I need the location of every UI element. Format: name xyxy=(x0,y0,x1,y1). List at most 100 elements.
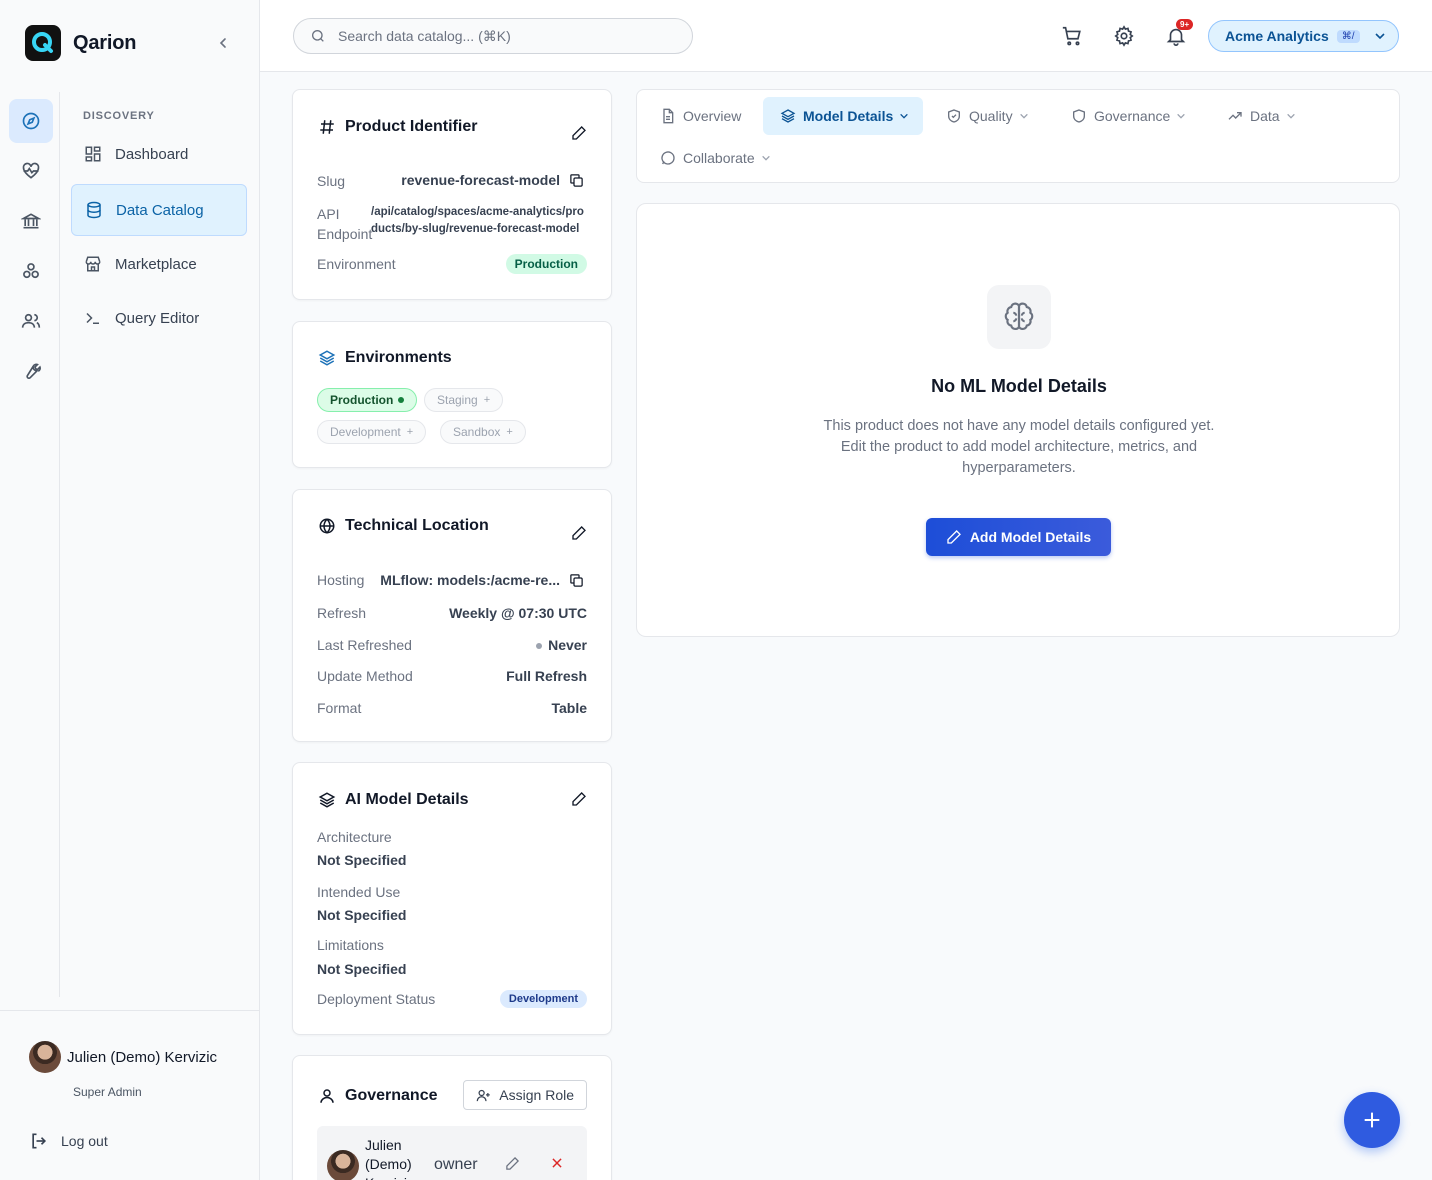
api-endpoint-value: /api/catalog/spaces/acme-analytics/produ… xyxy=(371,206,584,235)
pencil-icon xyxy=(946,529,962,545)
technical-location-card: Technical Location Hosting MLflow: model… xyxy=(292,489,612,742)
empty-state-text: This product does not have any model det… xyxy=(823,418,1215,476)
nav-item-dashboard[interactable]: Dashboard xyxy=(71,128,247,180)
member-name: Julien (Demo) Kervizic xyxy=(365,1137,414,1180)
nav-item-data-catalog[interactable]: Data Catalog xyxy=(71,184,247,236)
shield-icon xyxy=(1070,107,1088,125)
product-identifier-card: Product Identifier Slug revenue-forecast… xyxy=(292,89,612,300)
env-chip-production[interactable]: Production xyxy=(317,388,418,412)
user-name: Julien (Demo) Kervizic xyxy=(67,1048,218,1066)
gear-icon[interactable] xyxy=(1112,24,1136,48)
model-details-empty-state: No ML Model Details This product does no… xyxy=(636,203,1400,637)
chevron-down-icon xyxy=(1019,111,1029,121)
copy-icon[interactable] xyxy=(566,570,586,590)
deployment-status-value: Development xyxy=(499,989,587,1008)
store-icon xyxy=(83,254,103,274)
product-tabs: Overview Model Details Quality Governanc… xyxy=(636,89,1400,183)
env-chip-development[interactable]: Development + xyxy=(317,420,427,444)
user-profile[interactable]: Julien (Demo) Kervizic xyxy=(29,1041,217,1073)
database-icon xyxy=(84,200,104,220)
status-badge: Development xyxy=(499,990,587,1008)
edit-pencil-icon[interactable] xyxy=(569,123,589,143)
tab-overview[interactable]: Overview xyxy=(637,97,755,135)
status-badge: Production xyxy=(505,254,587,274)
environment-label: Environment xyxy=(317,256,396,272)
tab-quality[interactable]: Quality xyxy=(923,97,1043,135)
card-title: Technical Location xyxy=(317,516,489,536)
user-plus-icon xyxy=(476,1088,491,1103)
users-icon[interactable] xyxy=(9,299,53,343)
plus-icon: + xyxy=(406,426,414,438)
user-icon xyxy=(317,1086,337,1106)
network-icon[interactable] xyxy=(9,249,53,293)
document-icon xyxy=(659,107,677,125)
edit-pencil-icon[interactable] xyxy=(505,1156,520,1176)
edit-pencil-icon[interactable] xyxy=(569,789,589,809)
chevron-down-icon xyxy=(1374,30,1386,42)
last-refreshed-label: Last Refreshed xyxy=(317,637,412,653)
brain-icon xyxy=(987,285,1051,349)
add-fab-button[interactable] xyxy=(1344,1092,1400,1148)
slug-label: Slug xyxy=(317,173,346,189)
deployment-status-label: Deployment Status xyxy=(317,991,436,1007)
ai-model-details-card: AI Model Details Architecture Not Specif… xyxy=(292,762,612,1035)
hosting-value: MLflow: models:/acme-re... xyxy=(380,572,560,588)
tab-model-details[interactable]: Model Details xyxy=(763,97,924,135)
org-switcher[interactable]: Acme Analytics ⌘/ xyxy=(1208,20,1399,52)
globe-icon xyxy=(317,516,337,536)
governance-card: Governance Assign Role Julien (Demo) Ker… xyxy=(292,1055,612,1180)
heartbeat-icon[interactable] xyxy=(9,149,53,193)
format-value: Table xyxy=(551,700,587,716)
limitations-label: Limitations xyxy=(317,937,384,953)
intended-use-label: Intended Use xyxy=(317,884,401,900)
update-method-value: Full Refresh xyxy=(506,668,587,684)
nav-item-label: Dashboard xyxy=(115,145,189,163)
tab-governance[interactable]: Governance xyxy=(1048,97,1200,135)
member-role: owner xyxy=(434,1156,478,1173)
trend-icon xyxy=(1226,107,1244,125)
chevron-down-icon xyxy=(1286,111,1296,121)
terminal-icon xyxy=(83,308,103,328)
chevron-down-icon xyxy=(1176,111,1186,121)
dashboard-icon xyxy=(83,144,103,164)
search-bar[interactable] xyxy=(293,18,693,54)
app-name: Qarion xyxy=(73,31,137,54)
nav-item-marketplace[interactable]: Marketplace xyxy=(71,238,247,290)
nav-item-label: Data Catalog xyxy=(116,201,204,219)
cart-icon[interactable] xyxy=(1060,24,1084,48)
card-title: Product Identifier xyxy=(317,117,477,137)
top-header: 9+ Acme Analytics ⌘/ xyxy=(260,0,1432,72)
chevron-down-icon xyxy=(899,111,909,121)
assign-role-button[interactable]: Assign Role xyxy=(463,1080,587,1110)
card-title: Environments xyxy=(317,348,452,368)
nav-item-label: Marketplace xyxy=(115,255,197,273)
api-endpoint-label: API Endpoint xyxy=(317,206,373,242)
tab-collaborate[interactable]: Collaborate xyxy=(637,139,785,177)
intended-use-value: Not Specified xyxy=(317,907,407,923)
remove-close-icon[interactable] xyxy=(550,1156,564,1175)
env-chip-staging[interactable]: Staging + xyxy=(424,388,504,412)
bell-icon[interactable]: 9+ xyxy=(1164,19,1194,48)
chat-icon xyxy=(659,149,677,167)
notification-badge: 9+ xyxy=(1176,19,1194,30)
wrench-icon[interactable] xyxy=(9,349,53,393)
logout-button[interactable]: Log out xyxy=(29,1131,108,1151)
nav-item-query-editor[interactable]: Query Editor xyxy=(71,292,247,344)
tab-data[interactable]: Data xyxy=(1204,97,1310,135)
brand[interactable]: Qarion xyxy=(25,25,136,61)
copy-icon[interactable] xyxy=(566,170,586,190)
collapse-sidebar-chevron-left-icon[interactable] xyxy=(214,34,232,52)
avatar xyxy=(29,1041,61,1073)
compass-icon[interactable] xyxy=(9,99,53,143)
edit-pencil-icon[interactable] xyxy=(569,523,589,543)
avatar xyxy=(327,1150,359,1180)
bank-icon[interactable] xyxy=(9,199,53,243)
search-input[interactable] xyxy=(338,28,658,44)
env-chip-sandbox[interactable]: Sandbox + xyxy=(440,420,526,444)
hash-icon xyxy=(317,117,337,137)
nav-section-discovery: DISCOVERY xyxy=(83,110,155,122)
plus-icon: + xyxy=(506,426,513,438)
last-refreshed-value: Never xyxy=(536,637,587,653)
layers-icon xyxy=(317,790,337,810)
add-model-details-button[interactable]: Add Model Details xyxy=(926,518,1111,556)
